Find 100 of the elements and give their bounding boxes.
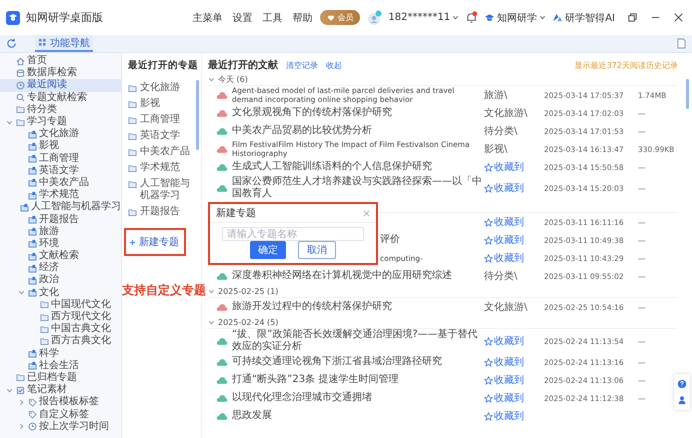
document-title[interactable]: 旅游开发过程中的传统村落保护研究 (232, 301, 392, 313)
history-note: 显示最近372天阅读历史记录 (574, 60, 678, 70)
document-title[interactable]: 可持续交通理论视角下浙江省县域治理路径研究 (232, 356, 442, 368)
star-icon (484, 358, 493, 366)
avatar-icon[interactable] (366, 10, 382, 26)
sidebar-item[interactable]: 西方现代文化 (0, 310, 121, 324)
topic-item[interactable]: 开题报告 (128, 204, 191, 220)
sidebar-item[interactable]: 英语文学 (0, 164, 121, 177)
chevron-icon[interactable] (6, 118, 13, 126)
document-title[interactable]: 中美农产品贸易的比较优势分析 (232, 125, 372, 137)
sidebar-item[interactable]: 按上次学习时间 (0, 420, 121, 433)
user-menu[interactable]: 182******11 (388, 12, 460, 23)
collect-button[interactable]: 收藏到 (484, 409, 524, 423)
sidebar-item[interactable]: 最近阅读 (0, 79, 121, 92)
menu-item[interactable]: 设置 (232, 10, 252, 24)
sidebar-item[interactable]: 学习专题 (0, 116, 121, 128)
document-title[interactable]: 以现代化理念治理城市交通拥堵 (232, 392, 372, 404)
refresh-icon[interactable] (6, 38, 17, 49)
help-icon[interactable] (677, 379, 687, 389)
document-title[interactable]: 国家公费师范生人才培养建设与实践路径探索——以「中国教育人 (232, 176, 484, 200)
action-link[interactable]: 清空记录 (286, 60, 318, 70)
sidebar-item[interactable]: 文献检索 (0, 250, 121, 262)
document-title[interactable]: 思政发展 (232, 410, 272, 422)
sidebar-item[interactable]: 待分类 (0, 104, 121, 116)
product-menu[interactable]: 研学智得AI (552, 10, 615, 24)
topic-item[interactable]: 学术规范 (128, 160, 191, 176)
cloud-folder-icon (28, 252, 37, 261)
collect-button[interactable]: 收藏到 (484, 215, 524, 229)
collect-button[interactable]: 收藏到 (484, 160, 524, 174)
chevron-icon[interactable] (6, 386, 13, 394)
sidebar-item[interactable]: 西方古典文化 (0, 335, 121, 348)
document-title[interactable]: 生成式人工智能训练语料的个人信息保护研究 (232, 161, 432, 173)
sidebar-item[interactable]: 工商管理 (0, 152, 121, 165)
topic-item[interactable]: 影视 (128, 96, 191, 112)
sidebar-item[interactable]: 中国古典文化 (0, 323, 121, 336)
sidebar-item[interactable]: 人工智能与机器学习 (0, 201, 121, 214)
sidebar-item[interactable]: 数据库检索 (0, 67, 121, 80)
bell-icon[interactable] (465, 11, 478, 24)
sidebar-item[interactable]: 环境 (0, 238, 121, 250)
chevron-icon[interactable] (208, 288, 215, 294)
restore-icon[interactable] (627, 12, 638, 23)
sidebar-item[interactable]: 已归档专题 (0, 372, 121, 384)
sidebar-item[interactable]: 首页 (0, 55, 121, 68)
sidebar-item[interactable]: 文化 (0, 286, 121, 299)
user-icon[interactable] (677, 395, 687, 405)
star-icon (484, 218, 493, 226)
sidebar-item[interactable]: 自定义标签 (0, 408, 121, 421)
input-field[interactable]: 请输入专题名称 (222, 227, 364, 241)
chevron-icon[interactable] (18, 289, 25, 296)
sidebar-item[interactable]: 开题报告 (0, 213, 121, 226)
sidebar-item[interactable]: 社会生活 (0, 360, 121, 372)
sidebar-item[interactable]: 专题文献检索 (0, 92, 121, 104)
menu-item[interactable]: 帮助 (292, 10, 312, 24)
topic-item[interactable]: 文化旅游 (128, 80, 191, 96)
cancel-button[interactable]: 取消 (298, 241, 336, 259)
product-menu[interactable]: 知网研学 (484, 10, 546, 24)
home-icon (16, 56, 25, 66)
sidebar-item[interactable]: 中国现代文化 (0, 298, 121, 311)
chevron-icon[interactable] (208, 76, 215, 82)
topic-item[interactable]: 中美农产品 (128, 144, 191, 160)
new-topic-button[interactable]: 新建专题 (129, 235, 179, 249)
sidebar-item[interactable]: 旅游 (0, 226, 121, 238)
sidebar-item[interactable]: 影视 (0, 140, 121, 152)
sidebar-item[interactable]: 科学 (0, 348, 121, 360)
collect-button[interactable]: 收藏到 (484, 355, 524, 369)
document-icon[interactable] (677, 38, 686, 49)
action-link[interactable]: 收起 (326, 60, 342, 70)
document-row[interactable]: 思政发展 收藏到 (208, 407, 678, 425)
collect-button[interactable]: 收藏到 (484, 391, 524, 405)
category-label: 待分类\ (484, 271, 518, 282)
sidebar-item[interactable]: 学术规范 (0, 189, 121, 202)
sidebar-item[interactable]: 政治 (0, 274, 121, 287)
document-title[interactable]: 文化景观视角下的传统村落保护研究 (232, 107, 392, 119)
sidebar-item[interactable]: 文化旅游 (0, 128, 121, 140)
collect-button[interactable]: 收藏到 (484, 181, 524, 195)
sidebar-item[interactable]: 中美农产品 (0, 176, 121, 190)
chevron-icon[interactable] (18, 423, 25, 430)
topic-item[interactable]: 人工智能与机器学习 (128, 176, 191, 204)
collect-button[interactable]: 收藏到 (484, 251, 524, 265)
confirm-button[interactable]: 确定 (250, 241, 286, 259)
document-title[interactable]: 打通“断头路”23条 提速学生时间管理 (232, 374, 398, 386)
scrollbar[interactable] (686, 79, 689, 109)
tab[interactable]: 功能导航 (35, 35, 93, 52)
menu-item[interactable]: 主菜单 (192, 10, 222, 24)
collect-button[interactable]: 收藏到 (484, 373, 524, 387)
collect-button[interactable]: 收藏到 (484, 334, 524, 348)
document-title[interactable]: 深度卷积神经网络在计算机视觉中的应用研究综述 (232, 270, 452, 282)
chevron-icon[interactable] (18, 398, 25, 406)
close-icon[interactable] (673, 12, 684, 23)
topic-item[interactable]: 英语文学 (128, 128, 191, 144)
menu-item[interactable]: 工具 (262, 10, 282, 24)
document-title[interactable]: “拔、限”政策能否长效缓解交通治理困境?——基于替代效应的实证分析 (232, 329, 484, 353)
collect-button[interactable]: 收藏到 (484, 233, 524, 247)
sidebar-item[interactable]: 经济 (0, 262, 121, 274)
scrollbar[interactable] (196, 80, 199, 150)
chevron-icon[interactable] (208, 318, 215, 326)
topic-item[interactable]: 工商管理 (128, 112, 191, 128)
sidebar-item[interactable]: 笔记素材 (0, 384, 121, 396)
document-title[interactable]: 评价 (380, 234, 400, 246)
sidebar-item[interactable]: 报告模板标签 (0, 396, 121, 408)
